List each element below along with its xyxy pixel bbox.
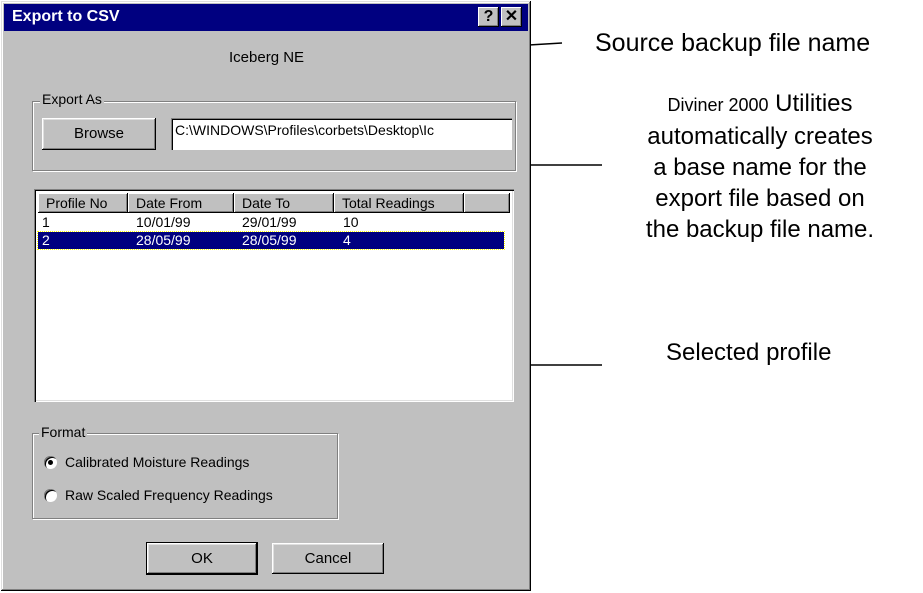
help-button[interactable]: ? [478,7,499,27]
table-row-selected[interactable]: 2 28/05/99 28/05/99 4 [37,231,505,250]
product-name: Diviner 2000 [667,95,769,115]
column-header-profile-no[interactable]: Profile No [38,193,128,213]
utilities-annotation-line2: automatically creates [647,123,873,150]
format-group [32,433,338,519]
column-header-date-from[interactable]: Date From [128,193,234,213]
title-bar: Export to CSV ? ✕ [4,4,528,31]
utilities-annotation: Diviner 2000 Utilities automatically cre… [600,88,920,245]
date-to-cell: 28/05/99 [242,232,297,248]
browse-button[interactable]: Browse [42,118,156,150]
profile-no-cell: 2 [42,232,50,248]
dialog-title: Export to CSV [12,8,120,25]
table-row[interactable]: 1 10/01/99 29/01/99 10 [38,214,504,231]
selected-profile-annotation: Selected profile [666,339,832,366]
source-name-label: Iceberg NE [229,49,305,66]
export-as-legend: Export As [40,91,104,107]
export-path-input[interactable]: C:\WINDOWS\Profiles\corbets\Desktop\Ic [171,118,512,150]
format-legend: Format [39,424,88,440]
calibrated-label[interactable]: Calibrated Moisture Readings [65,454,249,470]
column-header-filler [464,193,510,213]
profile-list[interactable]: Profile No Date From Date To Total Readi… [34,189,514,402]
utilities-annotation-line1: Diviner 2000 Utilities [600,88,920,121]
utilities-word: Utilities [768,90,853,117]
profile-no-cell: 1 [42,214,50,230]
export-dialog: Export to CSV ? ✕ Iceberg NE Export As B… [1,1,531,591]
raw-scaled-radio[interactable] [44,489,57,502]
date-to-cell: 29/01/99 [242,214,297,230]
ok-button[interactable]: OK [146,542,258,575]
total-readings-cell: 4 [343,232,351,248]
date-from-cell: 10/01/99 [136,214,191,230]
column-header-date-to[interactable]: Date To [234,193,334,213]
radio-checked-dot [48,460,53,465]
utilities-annotation-line5: the backup file name. [645,216,875,243]
cancel-button[interactable]: Cancel [272,543,384,574]
total-readings-cell: 10 [343,214,359,230]
raw-scaled-label[interactable]: Raw Scaled Frequency Readings [65,487,273,503]
calibrated-radio[interactable] [44,456,57,469]
utilities-annotation-line3: a base name for the [653,154,867,181]
utilities-annotation-line4: export file based on [655,185,865,212]
date-from-cell: 28/05/99 [136,232,191,248]
source-annotation: Source backup file name [595,29,871,57]
column-header-total-readings[interactable]: Total Readings [334,193,464,213]
close-button[interactable]: ✕ [501,7,522,27]
